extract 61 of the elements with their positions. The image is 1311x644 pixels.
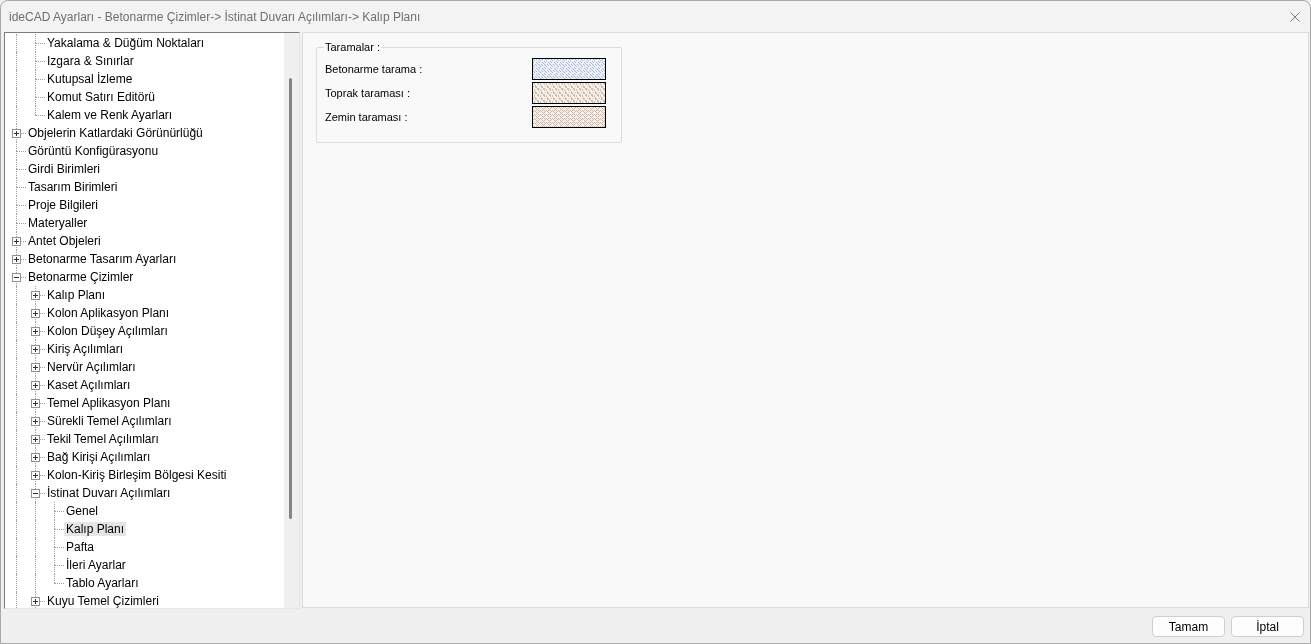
plus-box-icon[interactable] [12, 128, 21, 138]
tree-item[interactable]: İstinat Duvarı Açılımları [45, 486, 173, 500]
close-icon[interactable] [1290, 11, 1300, 22]
tree-item[interactable]: Proje Bilgileri [26, 198, 101, 212]
plus-box-icon[interactable] [31, 596, 40, 606]
plus-box-icon[interactable] [31, 398, 40, 408]
tree-item[interactable]: Girdi Birimleri [26, 162, 102, 176]
tree-item[interactable]: Izgara & Sınırlar [45, 54, 136, 68]
tree-item[interactable]: Antet Objeleri [26, 234, 103, 248]
tree-item[interactable]: Kutupsal İzleme [45, 72, 135, 86]
tree-item[interactable]: Materyaller [26, 216, 90, 230]
ok-button[interactable]: Tamam [1152, 616, 1225, 637]
field-label: Betonarme tarama : [325, 62, 424, 76]
tree-item[interactable]: İleri Ayarlar [64, 558, 128, 572]
plus-box-icon[interactable] [12, 254, 21, 264]
tree-item[interactable]: Sürekli Temel Açılımları [45, 414, 174, 428]
tree-item[interactable]: Kolon-Kiriş Birleşim Bölgesi Kesiti [45, 468, 229, 482]
hatch-swatch[interactable] [532, 58, 606, 80]
hatch-swatch[interactable] [532, 82, 606, 104]
tree-item[interactable]: Komut Satırı Editörü [45, 90, 158, 104]
tree-item[interactable]: Kalıp Planı [64, 522, 127, 536]
plus-box-icon[interactable] [12, 236, 21, 246]
tree-item[interactable]: Görüntü Konfigürasyonu [26, 144, 161, 158]
tree-item[interactable]: Betonarme Tasarım Ayarları [26, 252, 179, 266]
plus-box-icon[interactable] [31, 290, 40, 300]
tree-item[interactable]: Nervür Açılımları [45, 360, 138, 374]
scrollbar-thumb[interactable] [289, 78, 292, 519]
tree-item[interactable]: Kuyu Temel Çizimleri [45, 594, 161, 608]
tree-item[interactable]: Bağ Kirişi Açılımları [45, 450, 153, 464]
tree-item[interactable]: Pafta [64, 540, 97, 554]
field-label: Toprak taraması : [325, 86, 411, 100]
tree-item[interactable]: Kalıp Planı [45, 288, 108, 302]
tree-item[interactable]: Kiriş Açılımları [45, 342, 125, 356]
tree-item[interactable]: Objelerin Katlardaki Görünürlüğü [26, 126, 205, 140]
tree-item[interactable]: Genel [64, 504, 101, 518]
group-title: Taramalar : [324, 40, 382, 54]
plus-box-icon[interactable] [31, 380, 40, 390]
hatch-swatch[interactable] [532, 106, 606, 128]
cancel-button[interactable]: İptal [1231, 616, 1304, 637]
plus-box-icon[interactable] [31, 362, 40, 372]
tree-item[interactable]: Kolon Aplikasyon Planı [45, 306, 172, 320]
tree-item[interactable]: Kaset Açılımları [45, 378, 133, 392]
plus-box-icon[interactable] [31, 416, 40, 426]
plus-box-icon[interactable] [31, 452, 40, 462]
minus-box-icon[interactable] [31, 488, 40, 498]
tree-item[interactable]: Kalem ve Renk Ayarları [45, 108, 175, 122]
tree-item[interactable]: Temel Aplikasyon Planı [45, 396, 173, 410]
plus-box-icon[interactable] [31, 434, 40, 444]
tree-item[interactable]: Tasarım Birimleri [26, 180, 120, 194]
tree-item[interactable]: Yakalama & Düğüm Noktaları [45, 36, 207, 50]
window-title: ideCAD Ayarları - Betonarme Çizimler-> İstinat Duvarı Açılımları-> Kalıp Planı [9, 9, 421, 24]
plus-box-icon[interactable] [31, 308, 40, 318]
tree-item[interactable]: Betonarme Çizimler [26, 270, 136, 284]
tree-item[interactable]: Kolon Düşey Açılımları [45, 324, 170, 338]
tree-item[interactable]: Tablo Ayarları [64, 576, 141, 590]
plus-box-icon[interactable] [31, 344, 40, 354]
plus-box-icon[interactable] [31, 470, 40, 480]
tree-item[interactable]: Tekil Temel Açılımları [45, 432, 161, 446]
plus-box-icon[interactable] [31, 326, 40, 336]
minus-box-icon[interactable] [12, 272, 21, 282]
field-label: Zemin taraması : [325, 110, 409, 124]
